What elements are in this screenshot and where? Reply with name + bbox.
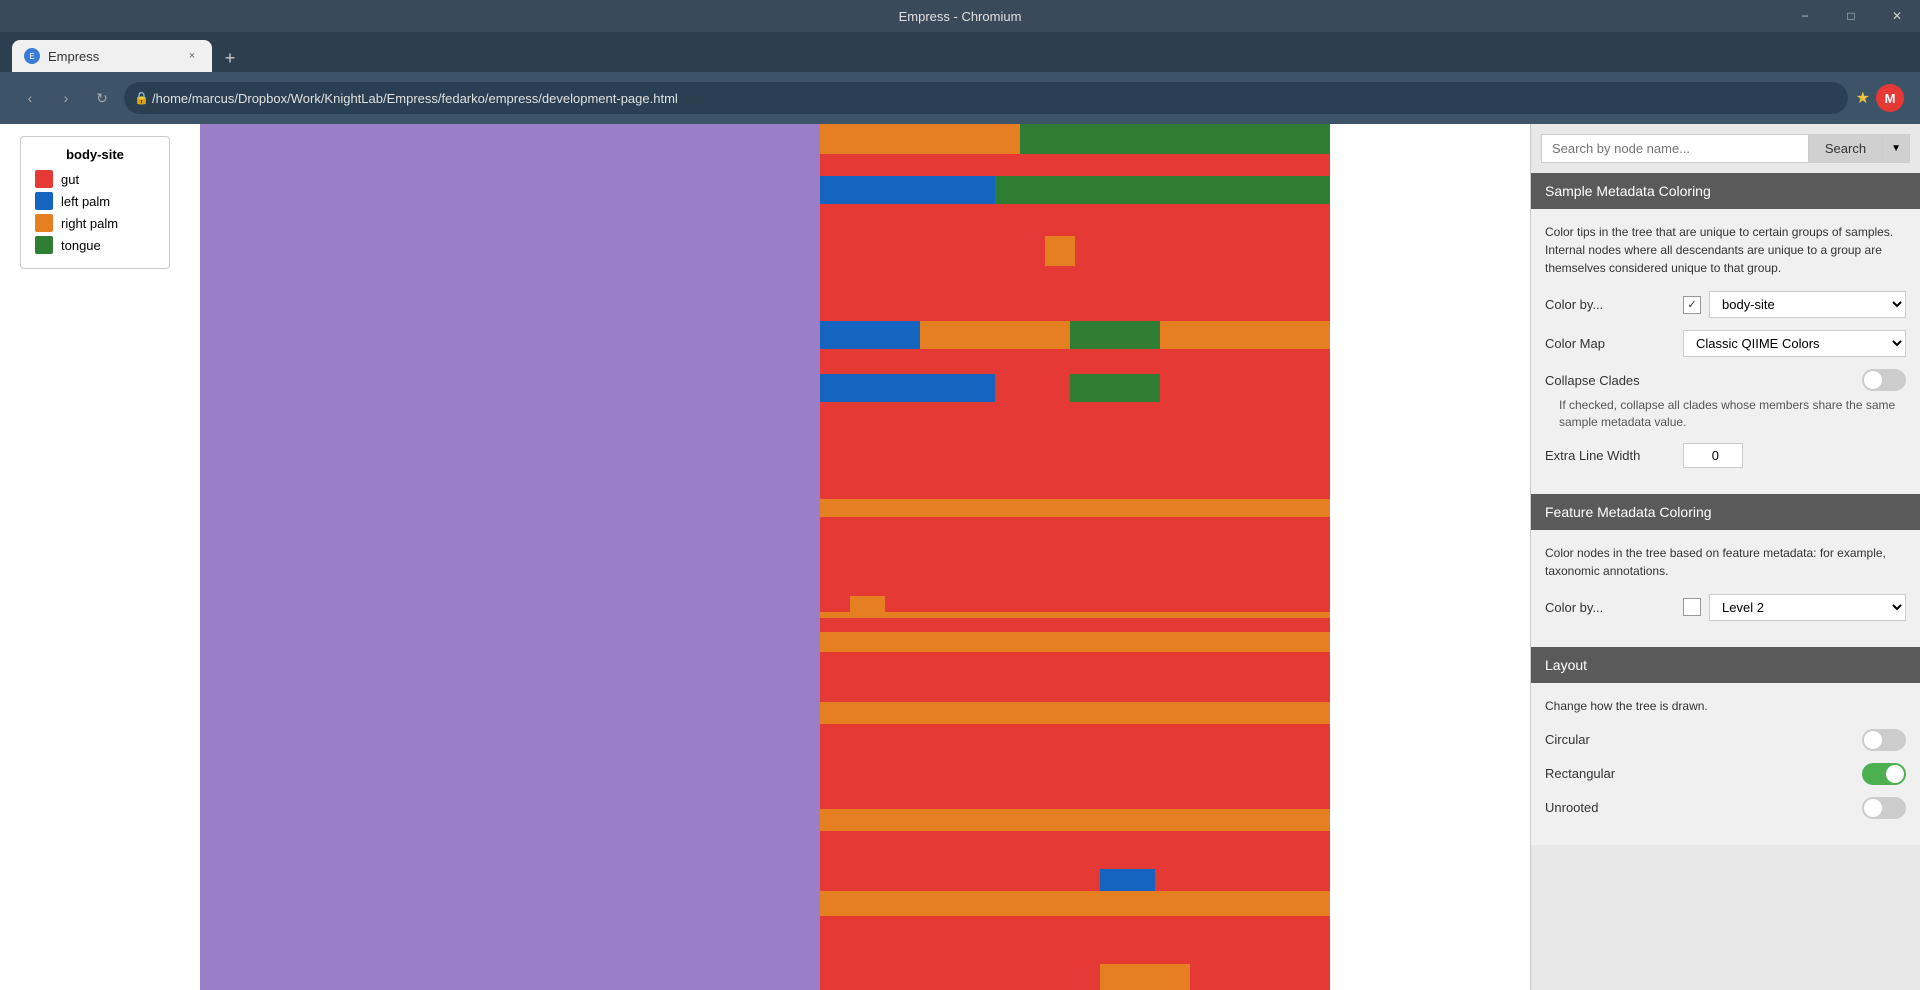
titlebar: Empress - Chromium − □ ✕ — [0, 0, 1920, 32]
color-by-checkbox[interactable]: ✓ — [1683, 296, 1701, 314]
tab-bar: E Empress × + — [0, 32, 1920, 72]
color-by-label: Color by... — [1545, 297, 1675, 312]
circular-toggle[interactable] — [1862, 729, 1906, 751]
window-title: Empress - Chromium — [899, 9, 1022, 24]
tab-favicon: E — [24, 48, 40, 64]
feature-color-by-select[interactable]: Level 2 — [1709, 594, 1906, 621]
back-button[interactable]: ‹ — [16, 84, 44, 112]
rectangular-label: Rectangular — [1545, 766, 1862, 781]
color-map-select[interactable]: Classic QIIME Colors — [1683, 330, 1906, 357]
legend-label-tongue: tongue — [61, 238, 101, 253]
tree-visualization[interactable] — [0, 124, 1530, 990]
collapse-clades-desc: If checked, collapse all clades whose me… — [1559, 397, 1906, 431]
collapse-clades-row: Collapse Clades — [1545, 369, 1906, 391]
layout-desc: Change how the tree is drawn. — [1545, 697, 1906, 715]
legend-color-tongue — [35, 236, 53, 254]
refresh-button[interactable]: ↻ — [88, 84, 116, 112]
legend-label-gut: gut — [61, 172, 79, 187]
feature-metadata-header: Feature Metadata Coloring — [1531, 494, 1920, 530]
extra-line-width-row: Extra Line Width — [1545, 443, 1906, 468]
unrooted-toggle[interactable] — [1862, 797, 1906, 819]
address-input[interactable]: /home/marcus/Dropbox/Work/KnightLab/Empr… — [124, 82, 1848, 114]
legend-color-right-palm — [35, 214, 53, 232]
feature-color-by-checkbox[interactable] — [1683, 598, 1701, 616]
color-map-row: Color Map Classic QIIME Colors — [1545, 330, 1906, 357]
layout-title: Layout — [1545, 657, 1587, 673]
legend-label-right-palm: right palm — [61, 216, 118, 231]
rectangular-toggle[interactable] — [1862, 763, 1906, 785]
sample-metadata-body: Color tips in the tree that are unique t… — [1531, 209, 1920, 494]
tab-label: Empress — [48, 49, 99, 64]
legend-title: body-site — [35, 147, 155, 162]
maximize-button[interactable]: □ — [1828, 0, 1874, 32]
tab-favicon-letter: E — [29, 52, 34, 61]
legend-color-gut — [35, 170, 53, 188]
legend-item-gut: gut — [35, 170, 155, 188]
unrooted-label: Unrooted — [1545, 800, 1862, 815]
color-map-label: Color Map — [1545, 336, 1675, 351]
close-button[interactable]: ✕ — [1874, 0, 1920, 32]
search-dropdown-button[interactable]: ▼ — [1883, 134, 1910, 163]
canvas-area: body-site gut left palm right palm tongu… — [0, 124, 1530, 990]
bookmark-button[interactable]: ★ — [1856, 88, 1870, 108]
color-by-select[interactable]: body-site — [1709, 291, 1906, 318]
extra-line-width-label: Extra Line Width — [1545, 448, 1675, 463]
sample-metadata-header: Sample Metadata Coloring — [1531, 173, 1920, 209]
sample-metadata-desc: Color tips in the tree that are unique t… — [1545, 223, 1906, 277]
url-text: /home/marcus/Dropbox/Work/KnightLab/Empr… — [152, 91, 678, 106]
legend-item-right-palm: right palm — [35, 214, 155, 232]
unrooted-row: Unrooted — [1545, 797, 1906, 819]
new-tab-button[interactable]: + — [216, 44, 244, 72]
feature-metadata-title: Feature Metadata Coloring — [1545, 504, 1712, 520]
avatar-letter: M — [1885, 91, 1896, 106]
rectangular-row: Rectangular — [1545, 763, 1906, 785]
avatar: M — [1876, 84, 1904, 112]
feature-metadata-desc: Color nodes in the tree based on feature… — [1545, 544, 1906, 580]
search-bar: Search ▼ — [1531, 124, 1920, 173]
right-panel: Search ▼ Sample Metadata Coloring Color … — [1530, 124, 1920, 990]
tab-close-button[interactable]: × — [184, 48, 200, 64]
lock-icon: 🔒 — [134, 91, 149, 105]
legend-item-tongue: tongue — [35, 236, 155, 254]
feature-color-by-row: Color by... Level 2 — [1545, 594, 1906, 621]
address-wrap: 🔒 /home/marcus/Dropbox/Work/KnightLab/Em… — [124, 82, 1848, 114]
sample-metadata-title: Sample Metadata Coloring — [1545, 183, 1711, 199]
toolbar-right: ★ M — [1856, 84, 1904, 112]
search-input[interactable] — [1541, 134, 1808, 163]
minimize-button[interactable]: − — [1782, 0, 1828, 32]
active-tab[interactable]: E Empress × — [12, 40, 212, 72]
extra-line-width-input[interactable] — [1683, 443, 1743, 468]
feature-color-by-check-wrap — [1683, 598, 1701, 616]
color-by-check-wrap: ✓ — [1683, 296, 1701, 314]
circular-label: Circular — [1545, 732, 1862, 747]
circular-row: Circular — [1545, 729, 1906, 751]
collapse-clades-label: Collapse Clades — [1545, 373, 1862, 388]
collapse-clades-toggle[interactable] — [1862, 369, 1906, 391]
legend: body-site gut left palm right palm tongu… — [20, 136, 170, 269]
color-by-row: Color by... ✓ body-site — [1545, 291, 1906, 318]
layout-body: Change how the tree is drawn. Circular R… — [1531, 683, 1920, 845]
search-button[interactable]: Search — [1808, 134, 1883, 163]
legend-item-left-palm: left palm — [35, 192, 155, 210]
legend-color-left-palm — [35, 192, 53, 210]
feature-color-by-label: Color by... — [1545, 600, 1675, 615]
layout-header: Layout — [1531, 647, 1920, 683]
legend-label-left-palm: left palm — [61, 194, 110, 209]
address-bar: ‹ › ↻ 🔒 /home/marcus/Dropbox/Work/Knight… — [0, 72, 1920, 124]
main-area: body-site gut left palm right palm tongu… — [0, 124, 1920, 990]
window-controls: − □ ✕ — [1782, 0, 1920, 32]
forward-button[interactable]: › — [52, 84, 80, 112]
feature-metadata-body: Color nodes in the tree based on feature… — [1531, 530, 1920, 647]
